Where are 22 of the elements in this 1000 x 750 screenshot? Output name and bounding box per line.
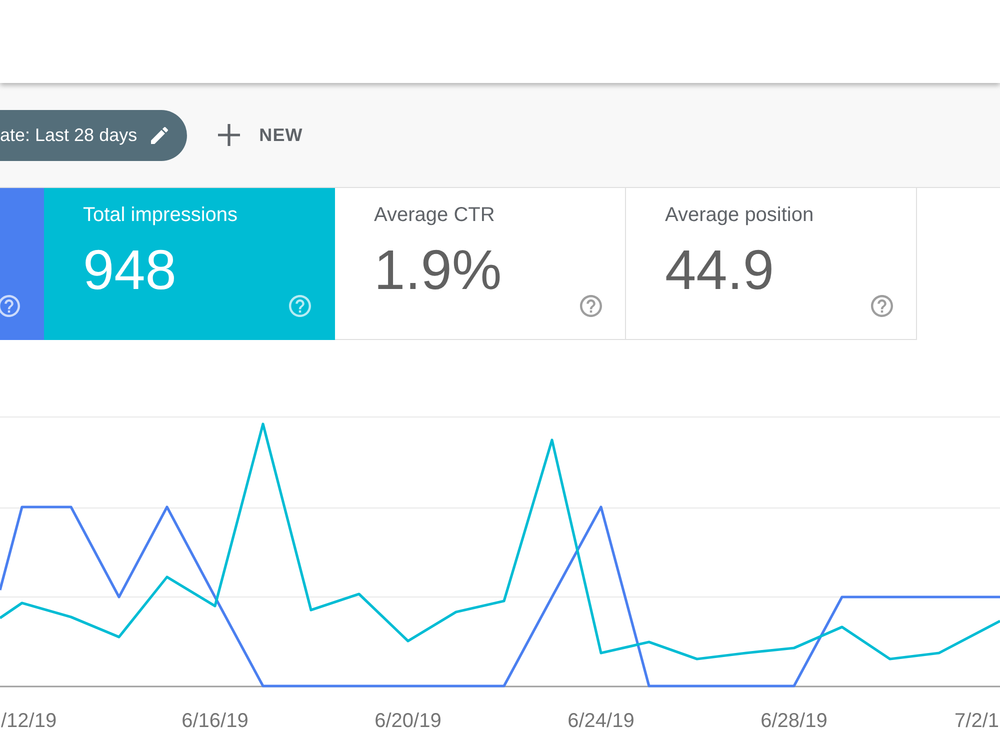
help-icon[interactable] xyxy=(289,295,311,317)
x-axis-label: 7/2/1 xyxy=(954,710,999,732)
x-axis-label: 6/16/19 xyxy=(182,710,248,732)
x-axis-label: 6/28/19 xyxy=(760,710,828,732)
date-filter-chip[interactable]: ate: Last 28 days xyxy=(0,110,188,160)
metric-card[interactable]: Average CTR 1.9% xyxy=(335,188,626,340)
x-axis-label: 6/24/19 xyxy=(568,710,634,732)
x-axis-label: /12/19 xyxy=(1,710,57,732)
help-icon[interactable] xyxy=(0,295,20,317)
metric-value: 948 xyxy=(83,245,178,295)
metric-label: Total impressions xyxy=(83,203,239,227)
pencil-icon xyxy=(151,126,168,144)
metric-label: Average CTR xyxy=(374,203,496,227)
x-axis-label: 6/20/19 xyxy=(374,710,442,732)
metric-label: Average position xyxy=(665,203,815,227)
new-filter-button[interactable]: NEW xyxy=(218,124,307,146)
metric-card[interactable]: Average position 44.9 xyxy=(626,188,917,340)
help-icon[interactable] xyxy=(871,295,893,317)
plus-icon xyxy=(218,124,240,146)
help-icon[interactable] xyxy=(580,295,602,317)
metric-value: 44.9 xyxy=(665,245,775,295)
metric-value: 1.9% xyxy=(374,245,503,295)
